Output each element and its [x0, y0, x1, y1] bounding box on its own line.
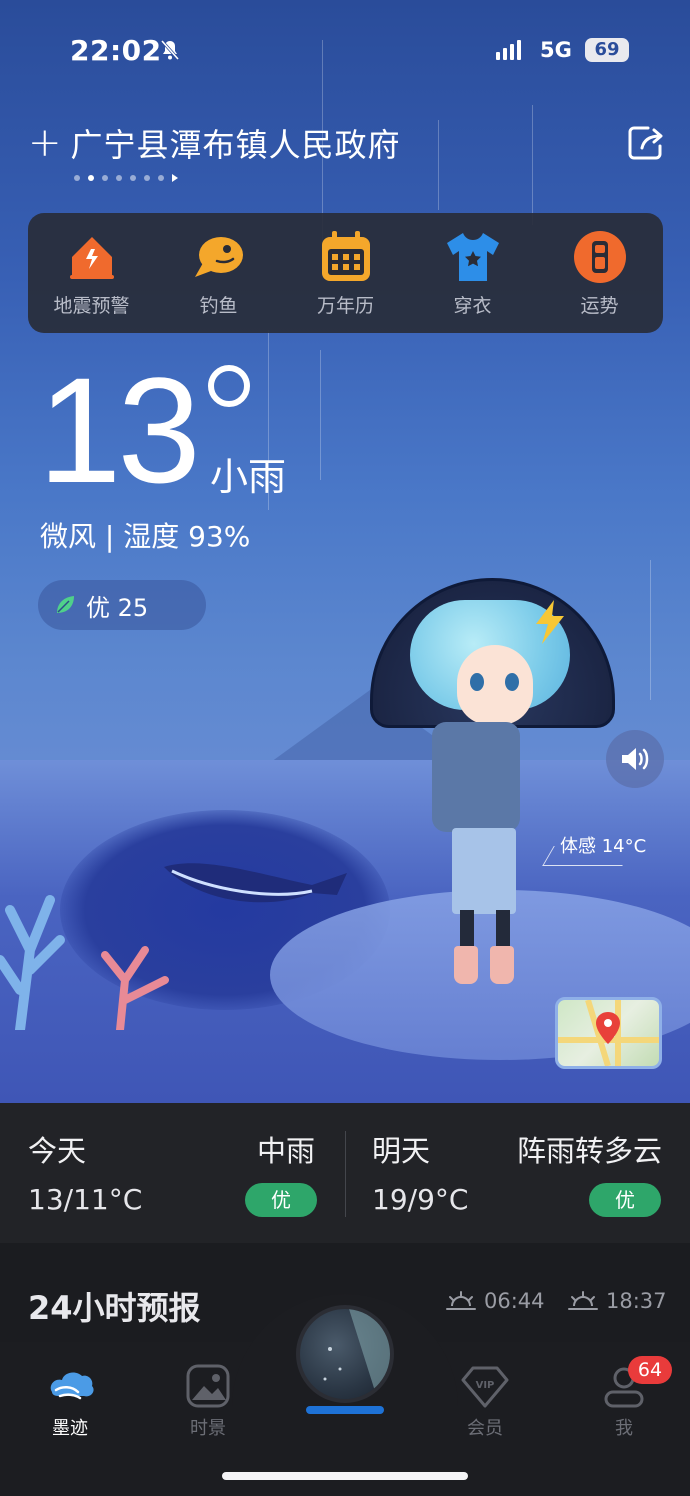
- forecast-condition: 中雨: [256, 1134, 315, 1168]
- character-eye: [470, 673, 484, 691]
- sunrise: 06:44: [446, 1289, 545, 1313]
- wind-humidity: 微风 | 湿度 93%: [40, 520, 251, 553]
- rain-streak: [320, 350, 321, 480]
- battery-indicator: 69: [585, 38, 629, 62]
- voice-broadcast-button[interactable]: [606, 730, 664, 788]
- forecast-tomorrow[interactable]: 明天 阵雨转多云 19/9°C 优: [345, 1103, 690, 1243]
- page-indicator: [74, 174, 178, 182]
- gallery-icon: [186, 1364, 230, 1408]
- rain-streak: [438, 120, 439, 210]
- tab-label: 墨迹: [52, 1418, 88, 1439]
- speaker-icon: [622, 748, 649, 770]
- aqi-pill[interactable]: 优 25: [38, 580, 206, 630]
- network-type: 5G: [540, 38, 572, 62]
- forecast-aqi-badge: 优: [589, 1183, 661, 1217]
- character-face: [457, 645, 533, 725]
- character-boot: [490, 946, 514, 984]
- degree-symbol: [208, 365, 250, 407]
- sunset: 18:37: [568, 1289, 667, 1313]
- whale-illustration: [164, 863, 347, 903]
- fortune-icon: [573, 230, 626, 283]
- character-leg: [496, 910, 510, 950]
- center-tab-indicator: [306, 1406, 384, 1414]
- status-time: 22:02: [70, 34, 162, 67]
- moji-cloud-icon: [50, 1372, 94, 1400]
- status-bar: 22:02 5G 69: [0, 30, 690, 74]
- character-leg: [460, 910, 474, 950]
- home-indicator[interactable]: [222, 1472, 468, 1480]
- rain-streak: [532, 105, 533, 225]
- current-temperature: 13: [38, 346, 201, 514]
- share-icon[interactable]: [626, 122, 666, 162]
- forecast-temp: 19/9°C: [372, 1183, 469, 1216]
- tab-label: 我: [615, 1418, 633, 1439]
- feels-like: 体感 14°C: [560, 836, 647, 857]
- map-button[interactable]: [555, 997, 662, 1069]
- forecast-day-label: 明天: [372, 1134, 431, 1168]
- tool-dressing[interactable]: 穿衣: [418, 229, 528, 318]
- forecast-today[interactable]: 今天 中雨 13/11°C 优: [0, 1103, 345, 1243]
- rain-streak: [650, 560, 651, 700]
- center-scene-button[interactable]: [296, 1305, 394, 1403]
- tab-vip[interactable]: VIP 会员: [435, 1362, 535, 1440]
- character-skirt: [452, 828, 516, 914]
- forecast-aqi-badge: 优: [245, 1183, 317, 1217]
- current-condition: 小雨: [210, 455, 287, 499]
- vip-icon: VIP: [461, 1366, 509, 1408]
- tool-fishing[interactable]: 钓鱼: [164, 229, 274, 318]
- forecast-temp: 13/11°C: [28, 1183, 143, 1216]
- forecast-condition: 阵雨转多云: [516, 1134, 662, 1168]
- tab-gallery[interactable]: 时景: [158, 1362, 258, 1440]
- location-header[interactable]: + 广宁县潭布镇人民政府: [28, 120, 401, 166]
- bell-muted-icon: [160, 40, 180, 60]
- add-city-icon[interactable]: +: [28, 120, 63, 166]
- forecast-day-label: 今天: [28, 1134, 87, 1168]
- aqi-value: 优 25: [86, 593, 149, 622]
- character-eye: [505, 673, 519, 691]
- notification-badge: 64: [628, 1356, 672, 1384]
- sunrise-icon: [446, 1291, 476, 1310]
- map-pin-icon: [558, 1000, 659, 1066]
- hourly-title: 24小时预报: [28, 1289, 201, 1327]
- fish-icon: [194, 236, 243, 277]
- daily-forecast: 今天 中雨 13/11°C 优 明天 阵雨转多云 19/9°C 优: [0, 1103, 690, 1243]
- sunrise-time: 06:44: [484, 1289, 545, 1313]
- svg-text:VIP: VIP: [476, 1380, 495, 1391]
- tab-moji[interactable]: 墨迹: [20, 1362, 120, 1440]
- tab-label: 会员: [467, 1418, 503, 1439]
- signal-icon: [496, 40, 521, 60]
- lightning-icon: [536, 600, 564, 644]
- sunset-time: 18:37: [606, 1289, 667, 1313]
- tool-earthquake[interactable]: 地震预警: [37, 229, 147, 318]
- tool-calendar[interactable]: 万年历: [291, 229, 401, 318]
- tab-label: 时景: [190, 1418, 226, 1439]
- location-name: 广宁县潭布镇人民政府: [70, 126, 401, 164]
- character-body: [432, 722, 520, 832]
- earthquake-house-icon: [69, 236, 114, 279]
- tool-fortune[interactable]: 运势: [545, 229, 655, 318]
- sunset-icon: [568, 1291, 598, 1310]
- leaf-icon: [57, 596, 74, 613]
- calendar-icon: [321, 230, 370, 281]
- tshirt-icon: [446, 232, 499, 281]
- quick-tools-bar: 地震预警 钓鱼 万年历 穿衣 运势: [28, 213, 663, 333]
- character-boot: [454, 946, 478, 984]
